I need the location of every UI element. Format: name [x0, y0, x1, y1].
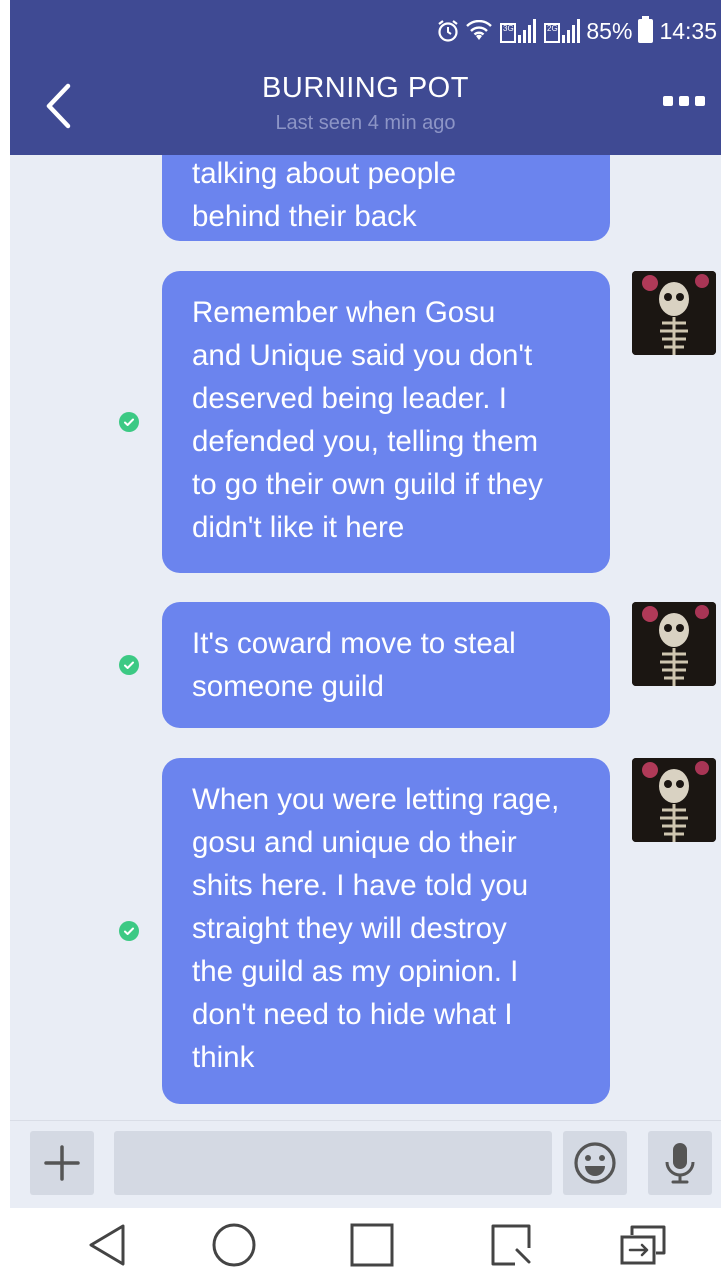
message-line: shits here. I have told you [192, 869, 529, 902]
screen-capture-icon [491, 1224, 531, 1266]
nav-recents-button[interactable] [337, 1216, 407, 1274]
nav-dual-window-button[interactable] [608, 1216, 678, 1274]
emoji-icon [574, 1142, 616, 1184]
status-icons: 3G 2G 85% 14:35 [436, 14, 717, 48]
clock: 14:35 [659, 17, 717, 44]
nav-capture-button[interactable] [477, 1216, 547, 1274]
chat-screen: 3G 2G 85% 14:35 BURNING POT Last seen 4 … [10, 0, 721, 1281]
alarm-icon [436, 19, 460, 43]
microphone-button[interactable] [648, 1131, 712, 1195]
message-line: talking about people [192, 157, 457, 190]
network-label: 3G [500, 23, 517, 43]
battery-percent: 85% [586, 17, 633, 44]
message-line: When you were letting rage, [192, 783, 560, 816]
avatar[interactable] [632, 271, 716, 355]
message-input-bar [10, 1120, 721, 1209]
signal-icon: 2G [542, 19, 581, 43]
avatar[interactable] [632, 602, 716, 686]
avatar[interactable] [632, 758, 716, 842]
read-check-icon [119, 655, 139, 675]
message-list[interactable]: talking about people behind their back R… [10, 155, 721, 1120]
contact-name[interactable]: BURNING POT [10, 72, 721, 105]
emoji-button[interactable] [563, 1131, 627, 1195]
recents-square-icon [350, 1223, 394, 1267]
read-check-icon [119, 412, 139, 432]
message-line: Remember when Gosu [192, 296, 496, 329]
message-line: deserved being leader. I [192, 382, 507, 415]
message-line: straight they will destroy [192, 912, 507, 945]
microphone-icon [665, 1143, 695, 1184]
message-line: defended you, telling them [192, 425, 539, 458]
message-line: to go their own guild if they [192, 468, 543, 501]
status-bar: 3G 2G 85% 14:35 [10, 0, 721, 60]
message-bubble[interactable]: It's coward move to steal someone guild [162, 602, 610, 728]
nav-back-button[interactable] [72, 1216, 142, 1274]
dual-window-icon [620, 1225, 666, 1265]
message-bubble[interactable]: When you were letting rage, gosu and uni… [162, 758, 610, 1104]
home-circle-icon [212, 1223, 256, 1267]
message-line: someone guild [192, 670, 384, 703]
message-line: think [192, 1041, 255, 1074]
message-line: It's coward move to steal [192, 627, 516, 660]
battery-icon [638, 16, 654, 43]
message-bubble[interactable]: talking about people behind their back [162, 155, 610, 241]
back-triangle-icon [89, 1224, 125, 1266]
more-icon[interactable] [663, 96, 705, 106]
read-check-icon [119, 921, 139, 941]
signal-icon: 3G [498, 19, 537, 43]
system-nav-bar [10, 1208, 721, 1281]
message-bubble[interactable]: Remember when Gosu and Unique said you d… [162, 271, 610, 573]
wifi-icon [466, 20, 493, 42]
nav-home-button[interactable] [199, 1216, 269, 1274]
message-line: didn't like it here [192, 511, 405, 544]
message-line: and Unique said you don't [192, 339, 533, 372]
message-line: don't need to hide what I [192, 998, 513, 1031]
message-line: gosu and unique do their [192, 826, 517, 859]
network-label: 2G [544, 23, 561, 43]
message-line: behind their back [192, 200, 417, 233]
chat-header: BURNING POT Last seen 4 min ago [10, 60, 721, 155]
plus-icon [44, 1145, 80, 1181]
attach-button[interactable] [30, 1131, 94, 1195]
message-line: the guild as my opinion. I [192, 955, 519, 988]
message-input[interactable] [114, 1131, 552, 1195]
last-seen-status: Last seen 4 min ago [275, 112, 456, 134]
